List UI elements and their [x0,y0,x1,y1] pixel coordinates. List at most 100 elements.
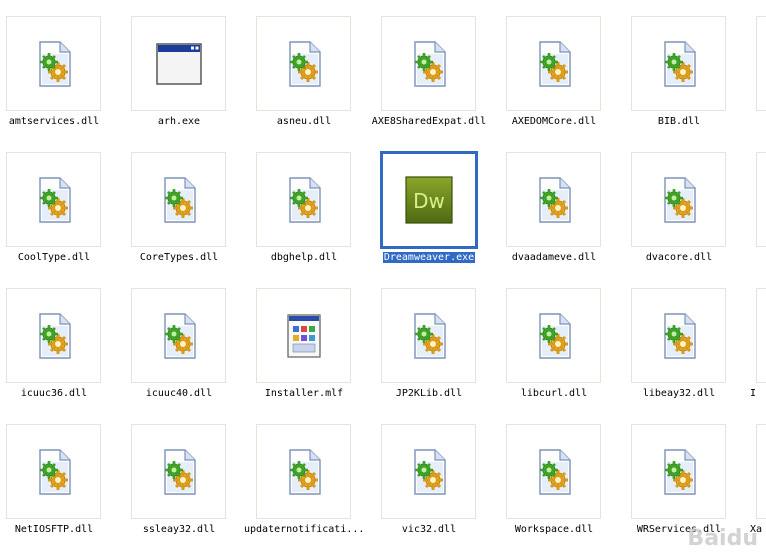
file-name-text: CoolType.dll [17,252,91,263]
file-item[interactable]: dbghelp.dll [250,136,370,266]
file-name-text: dbghelp.dll [270,252,338,263]
file-thumbnail[interactable] [256,288,351,383]
file-name-label: Workspace.dll [494,523,614,536]
file-thumbnail[interactable] [131,424,226,519]
file-name-label: libcurl.dll [494,387,614,400]
file-thumbnail[interactable]: Dw [380,151,478,249]
file-name-text: Dreamweaver.exe [382,252,476,263]
file-item[interactable]: dvaadameve.dll [500,136,620,266]
file-name-text: amtservices.dll [8,116,100,127]
file-name-text: asneu.dll [276,116,332,127]
file-item[interactable]: ssleay32.dll [125,408,245,538]
file-thumbnail[interactable] [506,288,601,383]
file-item[interactable]: icuuc40.dll [125,272,245,402]
file-item-partial[interactable] [750,136,766,266]
file-name-text: Workspace.dll [514,524,594,535]
file-thumbnail[interactable] [256,16,351,111]
file-name-text: dvacore.dll [645,252,713,263]
file-item-partial[interactable] [750,0,766,130]
file-thumbnail[interactable] [131,16,226,111]
file-name-label: Installer.mlf [244,387,364,400]
file-name-label: asneu.dll [244,115,364,128]
file-thumbnail[interactable] [631,424,726,519]
file-name-label: dvaadameve.dll [494,251,614,264]
file-thumbnail[interactable] [631,288,726,383]
file-item[interactable]: updaternotificati... [244,408,370,538]
file-thumbnail[interactable] [756,152,766,247]
file-thumbnail[interactable] [756,288,766,383]
file-name-label: JP2KLib.dll [369,387,489,400]
file-thumbnail[interactable] [131,288,226,383]
file-name-label: arh.exe [119,115,239,128]
file-item[interactable]: CoolType.dll [0,136,120,266]
file-thumbnail[interactable] [631,16,726,111]
file-item[interactable]: dvacore.dll [625,136,745,266]
file-name-text: NetIOSFTP.dll [14,524,94,535]
file-thumbnail[interactable] [756,16,766,111]
file-thumbnail[interactable] [6,152,101,247]
file-thumbnail[interactable] [381,16,476,111]
file-thumbnail[interactable] [381,288,476,383]
file-item[interactable]: BIB.dll [625,0,745,130]
file-name-label: I [750,388,757,399]
file-thumbnail[interactable] [6,288,101,383]
file-name-text: libcurl.dll [520,388,588,399]
file-thumbnail[interactable] [506,16,601,111]
file-name-label: dvacore.dll [619,251,739,264]
file-name-text: AXE8SharedExpat.dll [371,116,487,127]
file-name-text: icuuc40.dll [145,388,213,399]
file-name-label: BIB.dll [619,115,739,128]
file-name-label: vic32.dll [369,523,489,536]
file-thumbnail[interactable] [756,424,766,519]
file-item[interactable]: Workspace.dll [500,408,620,538]
file-thumbnail[interactable] [6,16,101,111]
file-name-label: ssleay32.dll [119,523,239,536]
file-item[interactable]: icuuc36.dll [0,272,120,402]
file-item-partial[interactable]: Xa [750,408,766,538]
file-name-label: icuuc36.dll [0,387,114,400]
file-item[interactable]: JP2KLib.dll [375,272,495,402]
file-item[interactable]: libeay32.dll [625,272,745,402]
file-thumbnail[interactable] [381,424,476,519]
file-name-text: icuuc36.dll [20,388,88,399]
file-thumbnail[interactable] [131,152,226,247]
file-name-label: Dreamweaver.exe [369,251,489,264]
file-name-label: updaternotificati... [244,523,364,536]
file-thumbnail[interactable] [631,152,726,247]
file-name-label: libeay32.dll [619,387,739,400]
file-name-label: CoreTypes.dll [119,251,239,264]
file-item-partial[interactable]: I [750,272,766,402]
file-name-text: JP2KLib.dll [395,388,463,399]
file-name-label: CoolType.dll [0,251,114,264]
file-item[interactable]: AXE8SharedExpat.dll [371,0,495,130]
file-thumbnail[interactable] [506,152,601,247]
file-name-label: amtservices.dll [0,115,114,128]
file-name-text: CoreTypes.dll [139,252,219,263]
file-item[interactable]: WRServices.dll [625,408,745,538]
file-name-label: dbghelp.dll [244,251,364,264]
file-name-text: libeay32.dll [642,388,716,399]
file-item[interactable]: AXEDOMCore.dll [500,0,620,130]
file-thumbnail[interactable] [256,152,351,247]
file-item[interactable]: amtservices.dll [0,0,120,130]
file-thumbnail[interactable] [256,424,351,519]
file-item[interactable]: asneu.dll [250,0,370,130]
file-name-text: updaternotificati... [244,524,364,535]
file-name-text: BIB.dll [657,116,701,127]
file-name-text: dvaadameve.dll [511,252,597,263]
file-name-text: vic32.dll [401,524,457,535]
file-thumbnail[interactable] [6,424,101,519]
svg-text:Dw: Dw [413,189,445,213]
file-item[interactable]: CoreTypes.dll [125,136,245,266]
file-item[interactable]: arh.exe [125,0,245,130]
file-item[interactable]: vic32.dll [375,408,495,538]
file-name-text: Installer.mlf [264,388,344,399]
file-item[interactable]: Installer.mlf [250,272,370,402]
watermark: Baidu [687,526,758,551]
file-name-text: AXEDOMCore.dll [511,116,597,127]
file-name-label: icuuc40.dll [119,387,239,400]
file-item[interactable]: NetIOSFTP.dll [0,408,120,538]
file-thumbnail[interactable] [506,424,601,519]
file-item[interactable]: Dw Dreamweaver.exe [375,136,495,266]
file-item[interactable]: libcurl.dll [500,272,620,402]
